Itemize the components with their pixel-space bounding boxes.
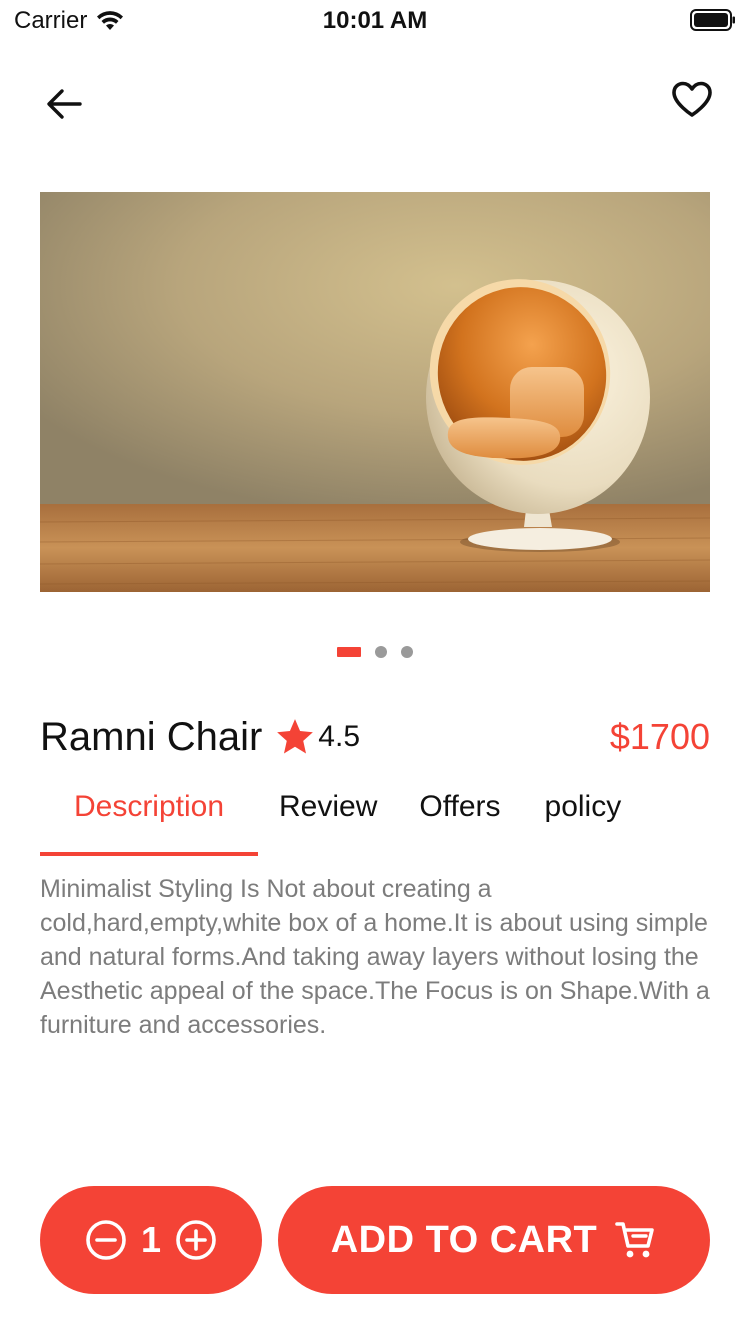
minus-circle-icon	[86, 1220, 126, 1260]
quantity-value: 1	[140, 1219, 162, 1260]
star-icon	[277, 719, 314, 754]
battery-icon	[690, 9, 735, 31]
product-image[interactable]	[40, 192, 710, 592]
status-time: 10:01 AM	[322, 7, 428, 34]
add-to-cart-label: ADD TO CART	[330, 1218, 598, 1261]
quantity-stepper: 1	[40, 1186, 262, 1294]
tab-offers[interactable]: Offers	[419, 782, 500, 856]
increase-quantity-button[interactable]	[175, 1219, 217, 1261]
shopping-cart-icon	[615, 1222, 655, 1258]
arrow-left-icon	[47, 89, 82, 119]
plus-circle-icon	[176, 1220, 216, 1260]
decrease-quantity-button[interactable]	[85, 1219, 127, 1261]
back-button[interactable]	[40, 80, 88, 128]
image-pagination	[0, 646, 750, 658]
status-bar: Carrier 10:01 AM	[0, 0, 750, 40]
tab-description[interactable]: Description	[40, 782, 258, 856]
product-rating: 4.5	[318, 720, 361, 753]
pagination-dot[interactable]	[401, 646, 413, 658]
heart-outline-icon	[672, 81, 712, 117]
add-to-cart-button[interactable]: ADD TO CART	[278, 1186, 710, 1294]
egg-chair-image	[40, 192, 710, 592]
product-name: Ramni Chair	[40, 714, 263, 759]
product-tabs: Description Review Offers policy	[40, 782, 710, 856]
product-price: $1700	[609, 716, 710, 757]
product-header: Ramni Chair 4.5 $1700	[40, 710, 710, 764]
tab-policy[interactable]: policy	[545, 782, 622, 856]
pagination-dot[interactable]	[375, 646, 387, 658]
pagination-dot-active[interactable]	[337, 647, 361, 657]
product-description: Minimalist Styling Is Not about creating…	[40, 875, 710, 1039]
favorite-button[interactable]	[668, 76, 716, 124]
tab-review[interactable]: Review	[279, 782, 377, 856]
